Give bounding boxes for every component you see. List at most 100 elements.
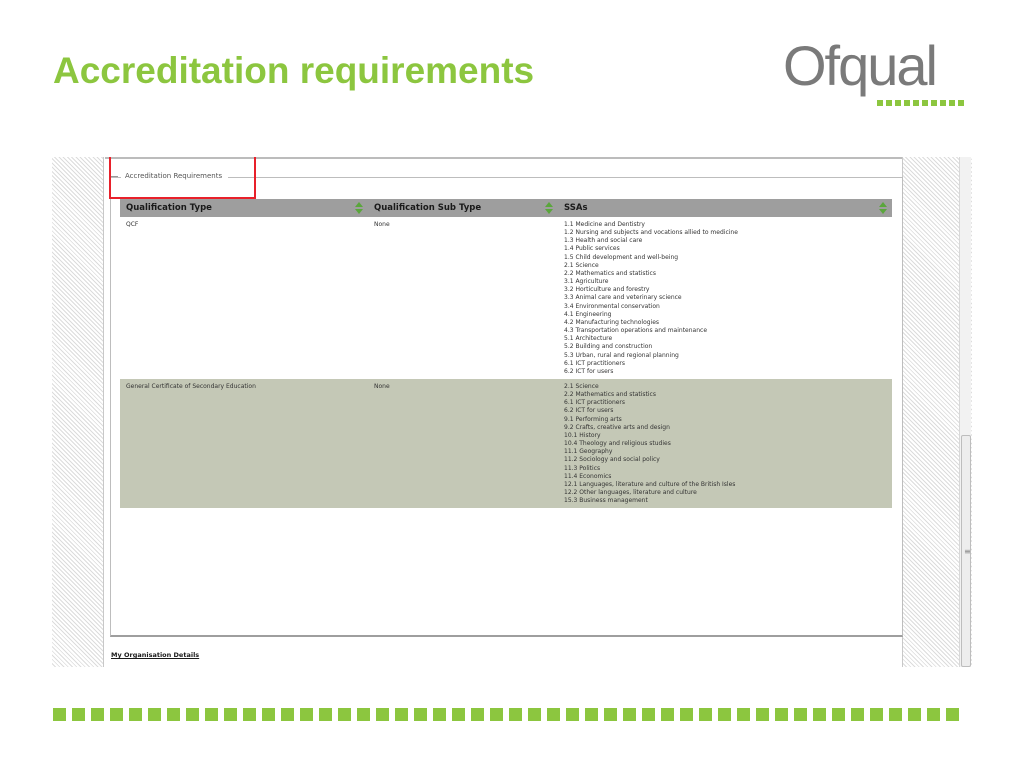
vertical-scrollbar[interactable]: ≡: [959, 157, 971, 667]
ssa-item: 1.3 Health and social care: [564, 237, 643, 245]
legend-highlight-box: [109, 157, 256, 199]
decorative-dot: [53, 708, 66, 721]
ssa-item: 3.2 Horticulture and forestry: [564, 286, 650, 294]
decorative-dot: [585, 708, 598, 721]
ssa-item: 6.2 ICT for users: [564, 367, 614, 375]
ssa-item: 6.1 ICT practitioners: [564, 359, 626, 367]
decorative-dot: [338, 708, 351, 721]
decorative-dot: [623, 708, 636, 721]
decorative-dot: [908, 708, 921, 721]
decorative-dot: [129, 708, 142, 721]
ssa-item: 9.2 Crafts, creative arts and design: [564, 423, 670, 431]
ssa-item: 2.1 Science: [564, 382, 599, 390]
column-header-qualification-type[interactable]: Qualification Type: [120, 199, 368, 217]
decorative-dot: [889, 708, 902, 721]
decorative-dot: [509, 708, 522, 721]
ssa-item: 12.1 Languages, literature and culture o…: [564, 480, 736, 488]
decorative-dot: [72, 708, 85, 721]
cell-ssas: 1.1 Medicine and Dentistry 1.2 Nursing an…: [558, 217, 892, 379]
decorative-dot: [547, 708, 560, 721]
ssa-item: 11.4 Economics: [564, 472, 612, 480]
ssa-item: 10.4 Theology and religious studies: [564, 440, 671, 448]
ssa-item: 4.3 Transportation operations and mainte…: [564, 327, 708, 335]
decorative-dot: [281, 708, 294, 721]
ssa-item: 5.3 Urban, rural and regional planning: [564, 351, 679, 359]
decorative-dot: [775, 708, 788, 721]
ssa-list: 1.1 Medicine and Dentistry 1.2 Nursing an…: [564, 221, 886, 376]
ssa-item: 1.5 Child development and well-being: [564, 253, 679, 261]
cell-qualification-sub-type: None: [368, 378, 558, 509]
column-header-ssas[interactable]: SSAs: [558, 199, 892, 217]
ssa-item: 5.1 Architecture: [564, 335, 613, 343]
decorative-dot: [946, 708, 959, 721]
ssa-item: 11.2 Sociology and social policy: [564, 456, 660, 464]
ofqual-logo: Ofqual: [783, 34, 973, 110]
left-hatched-margin: [52, 157, 104, 667]
slide-title: Accreditation requirements: [53, 50, 535, 91]
ssa-item: 4.1 Engineering: [564, 310, 612, 318]
decorative-dot: [433, 708, 446, 721]
decorative-dot: [851, 708, 864, 721]
ssa-item: 3.3 Animal care and veterinary science: [564, 294, 682, 302]
scrollbar-thumb[interactable]: ≡: [961, 435, 971, 667]
decorative-dot: [756, 708, 769, 721]
ssa-list: 2.1 Science 2.2 Mathematics and statistic…: [564, 383, 886, 505]
ssa-item: 3.4 Environmental conservation: [564, 302, 660, 310]
ssa-item: 6.1 ICT practitioners: [564, 399, 626, 407]
decorative-dot: [927, 708, 940, 721]
ssa-item: 2.2 Mathematics and statistics: [564, 391, 656, 399]
decorative-dot: [604, 708, 617, 721]
decorative-dot: [205, 708, 218, 721]
decorative-dot: [737, 708, 750, 721]
table-row: General Certificate of Secondary Educati…: [120, 378, 892, 509]
decorative-dot: [718, 708, 731, 721]
sort-arrows-icon[interactable]: [879, 201, 887, 215]
table-row: QCF None 1.1 Medicine and Dentistry 1.2 N…: [120, 217, 892, 379]
decorative-dot: [300, 708, 313, 721]
decorative-dot: [319, 708, 332, 721]
decorative-dot: [395, 708, 408, 721]
decorative-dot: [699, 708, 712, 721]
screenshot-area: Accreditation Requirements Qualification…: [52, 157, 972, 667]
table-header-row: Qualification Type Qualification Sub Typ…: [120, 199, 892, 217]
cell-qualification-type: General Certificate of Secondary Educati…: [120, 378, 368, 509]
ssa-item: 1.4 Public services: [564, 245, 620, 253]
bottom-dot-bar: [53, 708, 959, 721]
decorative-dot: [148, 708, 161, 721]
ssa-item: 6.2 ICT for users: [564, 407, 614, 415]
logo-wordmark: Ofqual: [783, 34, 938, 97]
ssa-item: 4.2 Manufacturing technologies: [564, 318, 660, 326]
column-header-qualification-sub-type[interactable]: Qualification Sub Type: [368, 199, 558, 217]
ssa-item: 12.2 Other languages, literature and cul…: [564, 489, 697, 496]
decorative-dot: [642, 708, 655, 721]
ssa-item: 10.1 History: [564, 431, 601, 439]
decorative-dot: [357, 708, 370, 721]
decorative-dot: [870, 708, 883, 721]
decorative-dot: [167, 708, 180, 721]
ssa-item: 9.1 Performing arts: [564, 415, 622, 423]
decorative-dot: [471, 708, 484, 721]
decorative-dot: [414, 708, 427, 721]
logo-dots: [877, 100, 964, 106]
decorative-dot: [832, 708, 845, 721]
sort-arrows-icon[interactable]: [545, 201, 553, 215]
decorative-dot: [110, 708, 123, 721]
ssa-item: 2.2 Mathematics and statistics: [564, 269, 656, 277]
cell-ssas: 2.1 Science 2.2 Mathematics and statistic…: [558, 378, 892, 509]
cell-qualification-sub-type: None: [368, 217, 558, 379]
ssa-item: 5.2 Building and construction: [564, 343, 653, 351]
ssa-item: 1.1 Medicine and Dentistry: [564, 221, 645, 228]
my-organisation-details-link[interactable]: My Organisation Details: [111, 651, 199, 659]
decorative-dot: [452, 708, 465, 721]
decorative-dot: [661, 708, 674, 721]
ssa-item: 1.2 Nursing and subjects and vocations a…: [564, 229, 738, 237]
ssa-item: 2.1 Science: [564, 261, 599, 269]
decorative-dot: [376, 708, 389, 721]
accreditation-table: Qualification Type Qualification Sub Typ…: [120, 199, 892, 509]
scroll-grip-icon: ≡: [964, 547, 971, 556]
decorative-dot: [243, 708, 256, 721]
decorative-dot: [224, 708, 237, 721]
sort-arrows-icon[interactable]: [355, 201, 363, 215]
decorative-dot: [186, 708, 199, 721]
cell-qualification-type: QCF: [120, 217, 368, 379]
